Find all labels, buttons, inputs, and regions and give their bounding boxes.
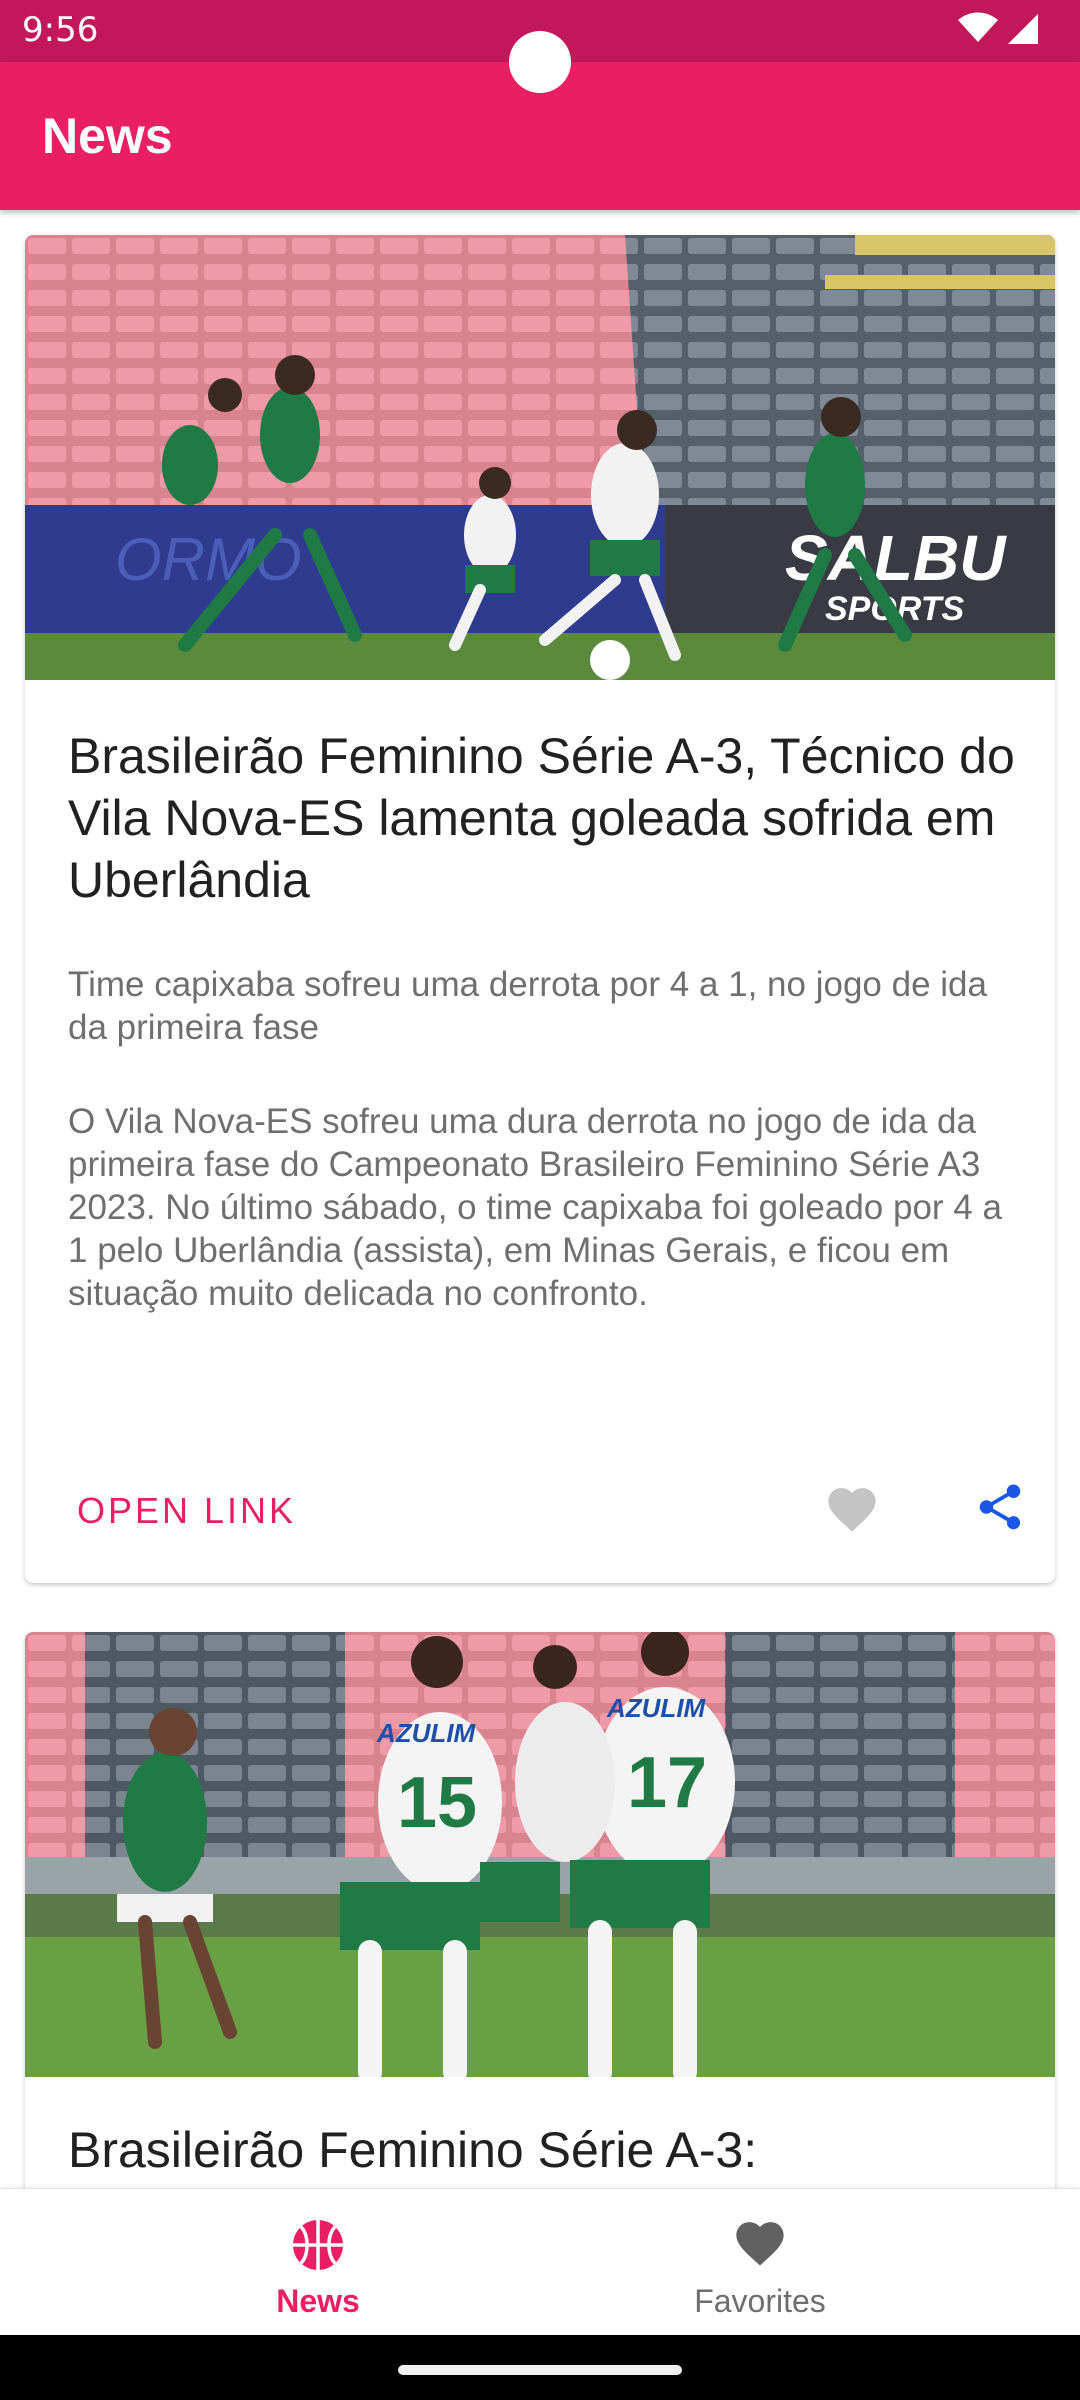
status-time: 9:56 (22, 10, 99, 50)
news-subtitle: Time capixaba sofreu uma derrota por 4 a… (68, 965, 987, 1047)
favorite-button[interactable] (812, 1467, 892, 1547)
news-card: 15 17 AZULIM AZULIM Brasileirão Feminino… (25, 1632, 1055, 2188)
news-feed[interactable]: SALBU SPORTS ORMO (0, 210, 1080, 2188)
heart-icon (828, 1488, 876, 1532)
home-gesture-handle[interactable] (398, 2365, 682, 2375)
heart-icon (736, 2222, 784, 2266)
status-icons (958, 12, 1038, 44)
svg-text:15: 15 (397, 1763, 477, 1843)
nav-favorites-tab[interactable]: Favorites (490, 2189, 1030, 2336)
news-image: 15 17 AZULIM AZULIM (25, 1632, 1055, 2077)
nav-favorites-label: Favorites (694, 2283, 826, 2319)
wifi-icon (958, 12, 998, 42)
signal-icon (1008, 14, 1038, 44)
svg-text:AZULIM: AZULIM (606, 1693, 707, 1723)
camera-cutout (509, 31, 571, 93)
news-card: SALBU SPORTS ORMO (25, 235, 1055, 1583)
svg-text:17: 17 (627, 1743, 707, 1823)
open-link-button[interactable]: OPEN LINK (77, 1490, 296, 1532)
share-icon (979, 1484, 1021, 1530)
basketball-icon (293, 2220, 343, 2270)
news-image: SALBU SPORTS ORMO (25, 235, 1055, 680)
share-button[interactable] (960, 1467, 1040, 1547)
page-title: News (42, 108, 173, 164)
news-title: Brasileirão Feminino Série A-3, Técnico … (68, 728, 1015, 908)
bottom-navigation: News Favorites (0, 2188, 1080, 2335)
news-body: O Vila Nova-ES sofreu uma dura derrota n… (68, 1102, 1002, 1313)
news-title: Brasileirão Feminino Série A-3: (68, 2122, 758, 2178)
svg-text:AZULIM: AZULIM (376, 1718, 477, 1748)
system-navigation-bar (0, 2335, 1080, 2400)
